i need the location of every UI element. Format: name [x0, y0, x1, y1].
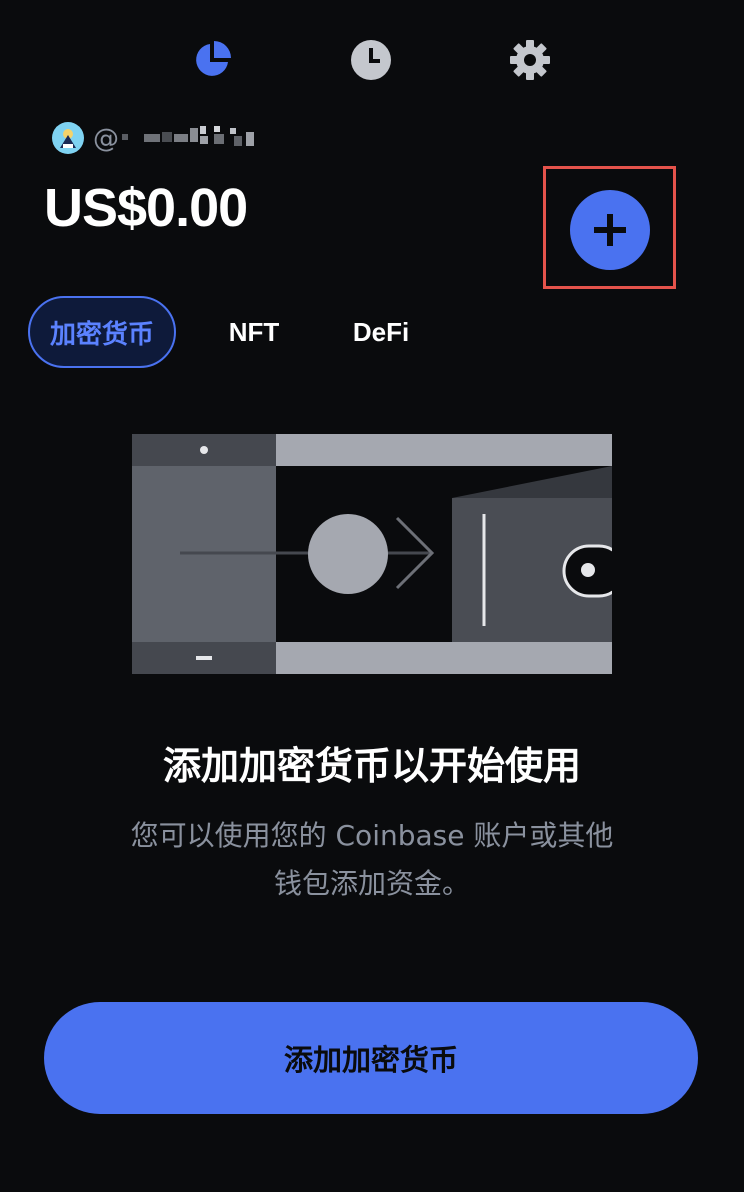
empty-state-description-line1: 您可以使用您的 Coinbase 账户或其他: [130, 819, 614, 852]
history-clock-icon[interactable]: [349, 38, 393, 82]
username-prefix: @: [93, 124, 119, 154]
tab-nft[interactable]: NFT: [210, 296, 298, 368]
settings-gear-icon[interactable]: [508, 38, 552, 82]
username-redacted: [118, 122, 258, 150]
balance-amount: US$0.00: [44, 178, 248, 238]
tab-crypto[interactable]: 加密货币: [28, 296, 176, 368]
plus-icon: [594, 214, 626, 246]
portfolio-pie-icon[interactable]: [190, 38, 234, 82]
add-crypto-button[interactable]: 添加加密货币: [44, 1002, 698, 1114]
wallet-transfer-illustration: [132, 434, 626, 674]
empty-state-description-line2: 钱包添加资金。: [273, 867, 470, 900]
add-funds-button[interactable]: [570, 190, 650, 270]
empty-state-description: 您可以使用您的 Coinbase 账户或其他 钱包添加资金。: [92, 812, 652, 908]
empty-state-title: 添加加密货币以开始使用: [162, 744, 581, 788]
avatar[interactable]: [52, 122, 84, 154]
tab-defi[interactable]: DeFi: [334, 296, 428, 368]
